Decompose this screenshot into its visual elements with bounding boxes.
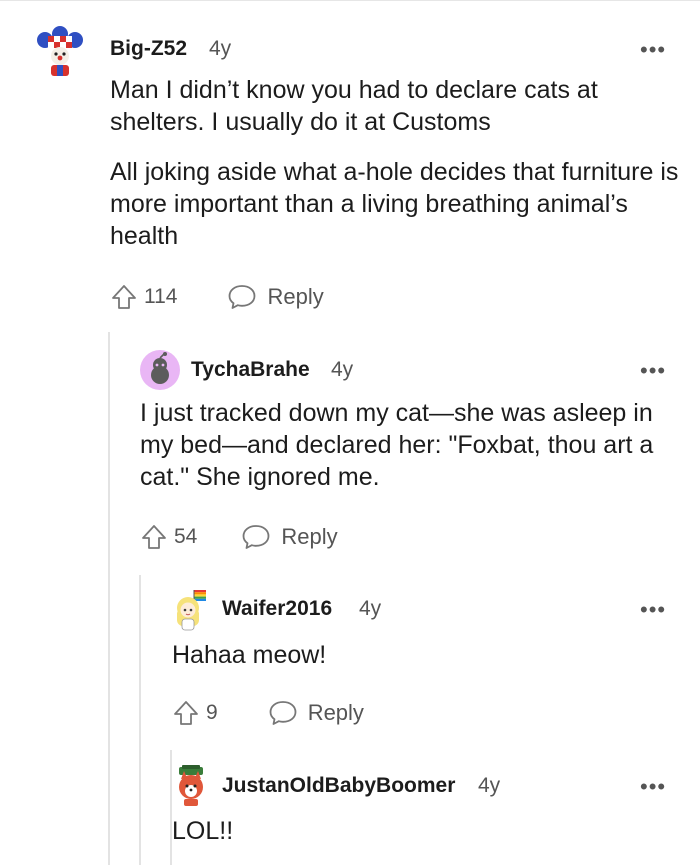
- snoo-avatar-icon: [140, 350, 180, 390]
- comment-actions: 114 Reply: [110, 281, 324, 313]
- vote-count: 114: [144, 285, 178, 308]
- avatar-waifer2016[interactable]: [172, 588, 210, 632]
- more-options-icon[interactable]: •••: [640, 599, 666, 621]
- thread-line-level-1: [108, 332, 110, 865]
- clown-avatar-icon: [37, 26, 83, 76]
- comment-body: I just tracked down my cat—she was aslee…: [140, 397, 680, 493]
- comment-body: LOL!!: [172, 815, 672, 847]
- more-options-icon[interactable]: •••: [640, 39, 666, 61]
- avatar-big-z52[interactable]: [36, 26, 84, 78]
- comment-author[interactable]: Big-Z52: [110, 37, 187, 61]
- comment-actions: 9 Reply: [172, 697, 364, 729]
- upvote-button[interactable]: 9: [172, 699, 218, 727]
- vote-count: 9: [206, 701, 218, 724]
- avatar-tychabrahe[interactable]: [140, 350, 180, 390]
- top-divider: [0, 0, 700, 1]
- comment-age: 4y: [331, 358, 354, 381]
- thread-line-level-2: [139, 575, 141, 865]
- arrow-up-outline-icon: [112, 285, 136, 309]
- comment-paragraph: All joking aside what a-hole decides tha…: [110, 158, 679, 250]
- reply-label: Reply: [281, 524, 338, 549]
- speech-bubble-icon: [242, 525, 270, 549]
- upvote-button[interactable]: 54: [140, 523, 197, 551]
- comment-body: Hahaa meow!: [172, 639, 672, 671]
- comment-author[interactable]: Waifer2016: [222, 597, 332, 621]
- upvote-button[interactable]: 114: [110, 283, 177, 311]
- vote-count: 54: [174, 525, 198, 548]
- fox-avatar-icon: [179, 765, 203, 806]
- comment-body: Man I didn’t know you had to declare cat…: [110, 74, 680, 252]
- comment-author[interactable]: TychaBrahe: [191, 358, 310, 382]
- comment-age: 4y: [359, 597, 382, 620]
- reply-button[interactable]: Reply: [241, 523, 338, 551]
- reply-button[interactable]: Reply: [268, 699, 364, 727]
- comment-paragraph: Man I didn’t know you had to declare cat…: [110, 76, 598, 136]
- comment-actions: 54 Reply: [140, 521, 338, 553]
- comment-paragraph: I just tracked down my cat—she was aslee…: [140, 399, 654, 491]
- comment-author[interactable]: JustanOldBabyBoomer: [222, 774, 455, 798]
- speech-bubble-icon: [229, 285, 256, 309]
- reply-label: Reply: [307, 700, 364, 725]
- comment-paragraph: Hahaa meow!: [172, 641, 327, 669]
- arrow-up-outline-icon: [142, 525, 166, 549]
- arrow-up-outline-icon: [174, 701, 198, 725]
- comment-age: 4y: [209, 37, 232, 60]
- comment-paragraph: LOL!!: [172, 817, 234, 845]
- comment-age: 4y: [478, 774, 501, 797]
- reply-button[interactable]: Reply: [227, 283, 324, 311]
- speech-bubble-icon: [269, 701, 297, 725]
- more-options-icon[interactable]: •••: [640, 360, 666, 382]
- avatar-justanoldbabyboomer[interactable]: [172, 765, 210, 807]
- reply-label: Reply: [267, 284, 324, 309]
- more-options-icon[interactable]: •••: [640, 776, 666, 798]
- anime-girl-avatar-icon: [177, 590, 206, 631]
